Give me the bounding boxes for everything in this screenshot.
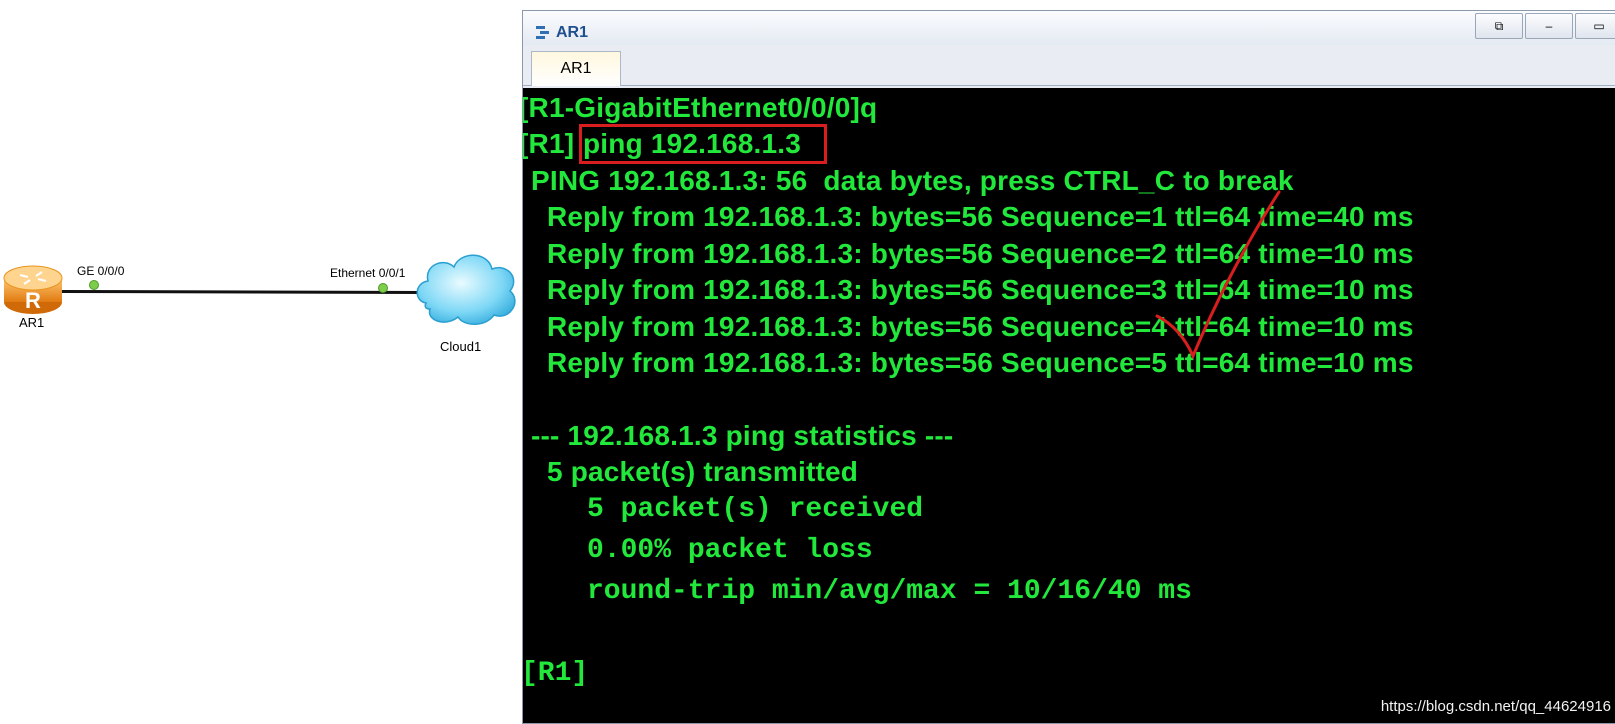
maximize-button[interactable]: ▭: [1575, 13, 1615, 39]
app-icon: [535, 24, 551, 40]
terminal-line: 0.00% packet loss: [587, 535, 873, 566]
ethernet-link[interactable]: [61, 290, 423, 294]
console-window: AR1 ⧉ – ▭ AR1 [R1-GigabitEthernet0/0/0]q…: [522, 10, 1615, 724]
window-controls: ⧉ – ▭: [1473, 13, 1615, 39]
topology-canvas[interactable]: GE 0/0/0 Ethernet 0/0/1 R AR1 Cloud1: [0, 0, 520, 718]
window-titlebar[interactable]: AR1 ⧉ – ▭: [523, 11, 1615, 45]
cloud-port-label: Ethernet 0/0/1: [330, 266, 406, 280]
terminal-line: 5 packet(s) transmitted: [523, 456, 859, 487]
command-highlight-box: [579, 124, 827, 164]
terminal-line: --- 192.168.1.3 ping statistics ---: [523, 420, 954, 451]
terminal-console[interactable]: [R1-GigabitEthernet0/0/0]q [R1] ping 192…: [523, 88, 1615, 723]
svg-text:R: R: [25, 288, 41, 313]
terminal-line: round-trip min/avg/max = 10/16/40 ms: [587, 576, 1192, 607]
router-port-label: GE 0/0/0: [77, 264, 125, 278]
router-name-label: AR1: [19, 315, 45, 330]
watermark: https://blog.csdn.net/qq_44624916: [1380, 698, 1611, 715]
restore-button[interactable]: ⧉: [1475, 13, 1523, 39]
terminal-prompt: [R1]: [523, 658, 589, 689]
window-title: AR1: [556, 24, 589, 41]
tab-ar1[interactable]: AR1: [531, 51, 621, 86]
router-port-dot: [89, 280, 99, 290]
cloud-port-dot: [378, 283, 388, 293]
minimize-button[interactable]: –: [1525, 13, 1573, 39]
terminal-prompt: [R1]: [523, 128, 575, 159]
cloud-name-label: Cloud1: [440, 339, 482, 354]
checkmark-annotation: [1155, 190, 1281, 360]
tab-strip: AR1: [523, 45, 1615, 86]
terminal-line: 5 packet(s) received: [587, 494, 924, 525]
cloud-icon[interactable]: [412, 245, 522, 335]
router-icon[interactable]: R: [2, 262, 64, 318]
terminal-line: [R1-GigabitEthernet0/0/0]q: [523, 92, 878, 123]
